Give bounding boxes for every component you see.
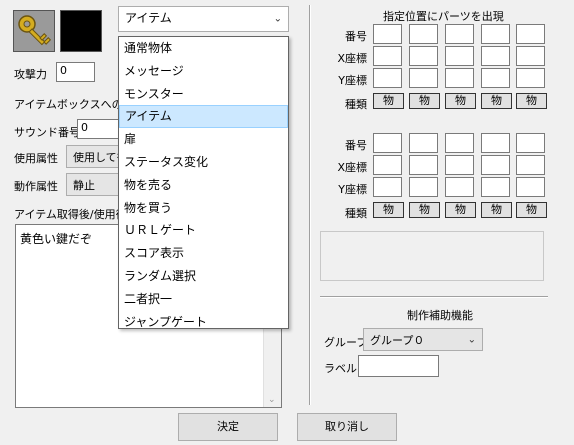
scroll-down-arrow-icon[interactable]: ⌄ bbox=[268, 395, 276, 405]
vertical-separator bbox=[309, 5, 311, 405]
dropdown-item[interactable]: ステータス変化 bbox=[119, 151, 288, 174]
kind-button[interactable]: 物 bbox=[481, 202, 512, 218]
label-label: ラベル bbox=[324, 362, 357, 375]
message-label: アイテム取得後/使用後 bbox=[14, 208, 127, 221]
grid-cell-x-coord[interactable] bbox=[409, 155, 438, 175]
grid-cell-y-coord[interactable] bbox=[481, 68, 510, 88]
row-label-x-coord: X座標 bbox=[337, 161, 367, 174]
chevron-down-icon: ⌄ bbox=[467, 334, 476, 345]
group-label: グループ bbox=[324, 336, 368, 349]
group-combo-value: グループ０ bbox=[370, 334, 425, 347]
action-attribute-label: 動作属性 bbox=[14, 180, 58, 193]
group-combo[interactable]: グループ０ ⌄ bbox=[363, 328, 483, 351]
dropdown-item[interactable]: 物を売る bbox=[119, 174, 288, 197]
item-type-combo[interactable]: アイテム ⌄ bbox=[118, 6, 289, 32]
dropdown-item[interactable]: ランダム選択 bbox=[119, 265, 288, 288]
row-label-kind: 種類 bbox=[345, 207, 367, 220]
dropdown-item[interactable]: 物を買う bbox=[119, 197, 288, 220]
grid-cell-x-coord[interactable] bbox=[373, 46, 402, 66]
use-attribute-label: 使用属性 bbox=[14, 152, 58, 165]
row-label-y-coord: Y座標 bbox=[338, 74, 367, 87]
sound-label: サウンド番号 bbox=[14, 126, 80, 139]
chevron-down-icon: ⌄ bbox=[273, 13, 282, 25]
kind-button[interactable]: 物 bbox=[445, 202, 476, 218]
kind-button[interactable]: 物 bbox=[516, 93, 547, 109]
color-swatch[interactable] bbox=[60, 10, 102, 52]
grid-cell-x-coord[interactable] bbox=[516, 46, 545, 66]
attack-input[interactable]: 0 bbox=[56, 62, 95, 82]
message-text: 黄色い鍵だぞ bbox=[20, 232, 93, 246]
dropdown-item[interactable]: スコア表示 bbox=[119, 242, 288, 265]
kind-button[interactable]: 物 bbox=[373, 202, 404, 218]
kind-button[interactable]: 物 bbox=[409, 202, 440, 218]
grid-cell-y-coord[interactable] bbox=[481, 177, 510, 197]
grid-cell-number[interactable] bbox=[409, 133, 438, 153]
attack-label: 攻撃力 bbox=[14, 68, 47, 81]
itembox-label: アイテムボックスへの格 bbox=[14, 98, 134, 111]
dropdown-item[interactable]: ＵＲＬゲート bbox=[119, 219, 288, 242]
kind-button[interactable]: 物 bbox=[481, 93, 512, 109]
horizontal-separator bbox=[320, 296, 548, 298]
grid-cell-x-coord[interactable] bbox=[445, 46, 474, 66]
grid-cell-number[interactable] bbox=[516, 133, 545, 153]
dropdown-item[interactable]: アイテム bbox=[119, 105, 288, 129]
kind-button[interactable]: 物 bbox=[445, 93, 476, 109]
grid-cell-number[interactable] bbox=[373, 133, 402, 153]
grid-cell-number[interactable] bbox=[481, 133, 510, 153]
cancel-button[interactable]: 取り消し bbox=[297, 413, 397, 441]
grid-cell-number[interactable] bbox=[373, 24, 402, 44]
grid-cell-y-coord[interactable] bbox=[445, 68, 474, 88]
dropdown-item[interactable]: 扉 bbox=[119, 128, 288, 151]
item-type-dropdown-list[interactable]: 通常物体 メッセージ モンスター アイテム扉ステータス変化 物を売る 物を買う ＵＲＬゲート… bbox=[118, 36, 289, 329]
grid-cell-y-coord[interactable] bbox=[373, 177, 402, 197]
label-input[interactable] bbox=[358, 355, 439, 377]
grid-cell-y-coord[interactable] bbox=[409, 68, 438, 88]
row-label-x-coord: X座標 bbox=[337, 52, 367, 65]
grid-cell-x-coord[interactable] bbox=[481, 155, 510, 175]
grid-cell-y-coord[interactable] bbox=[516, 177, 545, 197]
grid-cell-number[interactable] bbox=[445, 133, 474, 153]
dropdown-item[interactable]: 二者択一 bbox=[119, 288, 288, 311]
item-type-combo-value: アイテム bbox=[125, 11, 172, 25]
grid-cell-number[interactable] bbox=[445, 24, 474, 44]
row-label-number: 番号 bbox=[345, 139, 367, 152]
grid-cell-x-coord[interactable] bbox=[409, 46, 438, 66]
grid-cell-y-coord[interactable] bbox=[373, 68, 402, 88]
grid-cell-y-coord[interactable] bbox=[445, 177, 474, 197]
grid-cell-x-coord[interactable] bbox=[373, 155, 402, 175]
key-icon[interactable] bbox=[13, 10, 55, 52]
key-icon-graphic bbox=[18, 15, 52, 46]
kind-button[interactable]: 物 bbox=[516, 202, 547, 218]
grid-cell-y-coord[interactable] bbox=[409, 177, 438, 197]
use-attribute-combo[interactable]: 使用しても bbox=[66, 145, 126, 168]
grid-cell-number[interactable] bbox=[481, 24, 510, 44]
row-label-number: 番号 bbox=[345, 30, 367, 43]
dropdown-item[interactable]: ジャンプゲート bbox=[119, 311, 288, 334]
action-attribute-value: 静止 bbox=[73, 179, 95, 192]
assist-title: 制作補助機能 bbox=[407, 309, 473, 322]
dropdown-item[interactable]: 通常物体 bbox=[119, 37, 288, 60]
spawn-parts-title: 指定位置にパーツを出現 bbox=[383, 10, 504, 23]
grid-cell-x-coord[interactable] bbox=[481, 46, 510, 66]
kind-button[interactable]: 物 bbox=[409, 93, 440, 109]
row-label-kind: 種類 bbox=[345, 98, 367, 111]
dropdown-item[interactable]: メッセージ bbox=[119, 60, 288, 83]
grid-cell-number[interactable] bbox=[516, 24, 545, 44]
sound-input[interactable]: 0 bbox=[77, 119, 121, 139]
grid-cell-x-coord[interactable] bbox=[445, 155, 474, 175]
ok-button[interactable]: 決定 bbox=[178, 413, 278, 441]
grid-cell-number[interactable] bbox=[409, 24, 438, 44]
dropdown-item[interactable]: モンスター bbox=[119, 83, 288, 106]
action-attribute-combo[interactable]: 静止 bbox=[66, 173, 126, 196]
grid-cell-x-coord[interactable] bbox=[516, 155, 545, 175]
preview-box bbox=[320, 231, 544, 281]
kind-button[interactable]: 物 bbox=[373, 93, 404, 109]
grid-cell-y-coord[interactable] bbox=[516, 68, 545, 88]
row-label-y-coord: Y座標 bbox=[338, 183, 367, 196]
